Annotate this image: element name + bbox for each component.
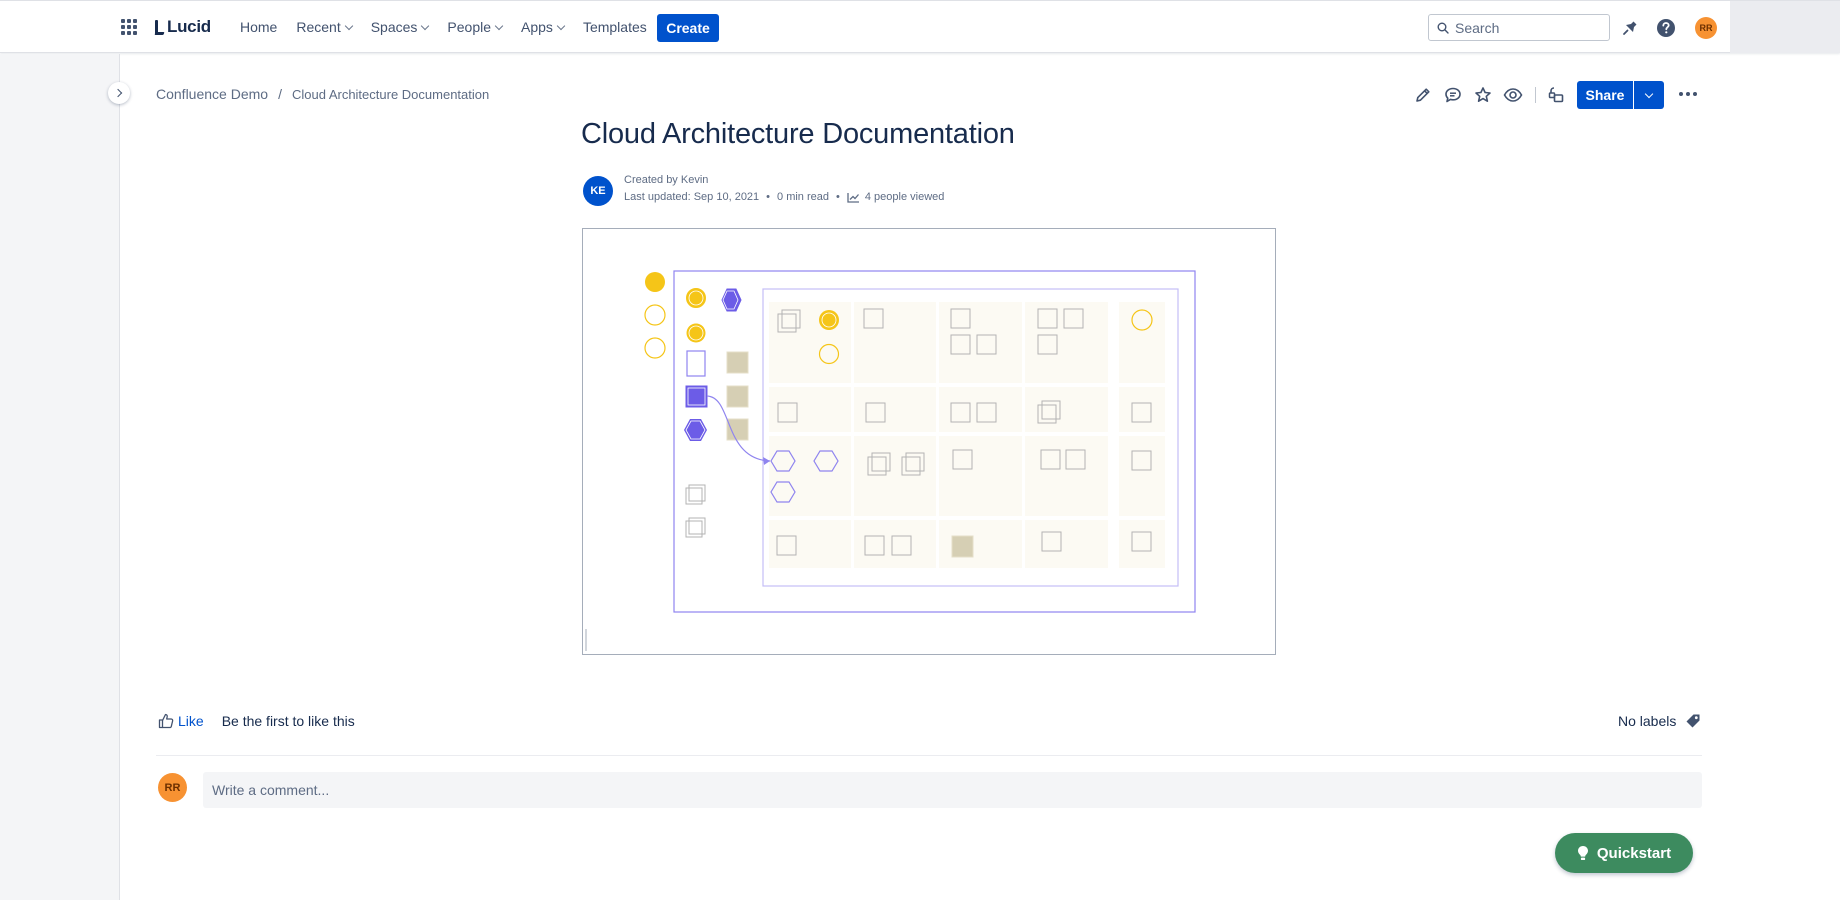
page-metadata: Last updated: Sep 10, 2021 • 0 min read … <box>624 191 944 203</box>
breadcrumb-separator: / <box>278 86 282 102</box>
nav-spaces[interactable]: Spaces <box>370 17 430 37</box>
topbar-gray-region <box>1730 1 1840 53</box>
read-time: 0 min read <box>777 191 830 203</box>
notifications-icon[interactable] <box>1620 18 1640 38</box>
legend-circle-outline <box>644 337 666 359</box>
nav-templates[interactable]: Templates <box>583 17 647 37</box>
labels-status: No labels <box>1618 713 1677 729</box>
nav-spaces-label: Spaces <box>370 19 418 35</box>
breadcrumb-current-page[interactable]: Cloud Architecture Documentation <box>292 87 489 102</box>
lucid-logo-icon <box>154 19 164 35</box>
create-button[interactable]: Create <box>657 14 719 42</box>
like-status: Be the first to like this <box>221 713 355 729</box>
edit-icon[interactable] <box>1413 85 1433 105</box>
nav-home[interactable]: Home <box>240 17 277 37</box>
app-switcher-icon[interactable] <box>121 19 137 35</box>
search-input[interactable] <box>1455 19 1595 36</box>
share-button[interactable]: Share <box>1577 81 1633 109</box>
logo-text: Lucid <box>167 17 211 36</box>
metadata-separator: • <box>766 191 771 203</box>
more-actions-icon[interactable] <box>1676 84 1700 104</box>
page-labels: No labels <box>1618 713 1701 729</box>
architecture-diagram <box>585 270 1196 651</box>
nav-home-label: Home <box>240 19 278 35</box>
chevron-down-icon <box>421 21 430 30</box>
restrictions-icon[interactable] <box>1546 85 1566 105</box>
legend-circle-filled <box>645 272 665 292</box>
comment-icon[interactable] <box>1443 85 1463 105</box>
created-by: Created by Kevin <box>624 174 709 186</box>
nav-apps[interactable]: Apps <box>521 17 566 37</box>
nav-apps-label: Apps <box>521 19 553 35</box>
breadcrumb: Confluence Demo / Cloud Architecture Doc… <box>156 86 489 102</box>
nav-templates-label: Templates <box>582 19 647 35</box>
breadcrumb-space-link[interactable]: Confluence Demo <box>156 86 268 102</box>
author-avatar[interactable]: KE <box>583 176 613 206</box>
lucid-logo[interactable]: Lucid <box>154 16 211 38</box>
search-icon <box>1437 22 1449 34</box>
top-nav-bar: Lucid Home Recent Spaces People Apps Tem… <box>0 0 1840 53</box>
nav-recent[interactable]: Recent <box>296 17 353 37</box>
page-toolbar <box>1413 82 1576 108</box>
chevron-down-icon <box>556 21 566 30</box>
chevron-down-icon <box>344 21 353 30</box>
like-icon <box>158 713 174 729</box>
chart-icon <box>847 192 859 203</box>
like-row: Like Be the first to like this <box>158 713 355 729</box>
search-box[interactable] <box>1428 14 1610 41</box>
toolbar-divider <box>1535 87 1536 103</box>
footer-divider <box>156 755 1702 756</box>
nav-people[interactable]: People <box>447 17 504 37</box>
quickstart-label: Quickstart <box>1596 844 1672 862</box>
lightbulb-icon <box>1577 846 1588 860</box>
sidebar-collapsed <box>0 54 120 900</box>
star-icon[interactable] <box>1473 85 1493 105</box>
share-options-dropdown[interactable] <box>1634 81 1664 109</box>
nav-people-label: People <box>447 19 492 35</box>
primary-nav: Home Recent Spaces People Apps Templates <box>240 17 666 37</box>
watch-icon[interactable] <box>1503 85 1523 105</box>
user-avatar[interactable]: RR <box>1695 17 1717 39</box>
metadata-separator: • <box>836 191 840 203</box>
chevron-down-icon <box>494 21 504 30</box>
lucid-diagram-embed[interactable] <box>582 228 1276 655</box>
like-label: Like <box>178 713 204 729</box>
view-count[interactable]: 4 people viewed <box>865 191 945 203</box>
like-button[interactable]: Like <box>158 713 204 729</box>
help-icon[interactable] <box>1656 18 1676 38</box>
nav-recent-label: Recent <box>296 19 341 35</box>
grid-cells <box>769 302 1165 568</box>
expand-sidebar-button[interactable] <box>108 82 130 104</box>
page-title: Cloud Architecture Documentation <box>581 118 1015 150</box>
legend-circle-outline <box>644 304 666 326</box>
label-icon[interactable] <box>1685 713 1701 729</box>
last-updated: Last updated: Sep 10, 2021 <box>624 191 760 203</box>
quickstart-button[interactable]: Quickstart <box>1555 833 1693 873</box>
comment-input[interactable] <box>203 772 1702 808</box>
commenter-avatar: RR <box>158 773 187 802</box>
